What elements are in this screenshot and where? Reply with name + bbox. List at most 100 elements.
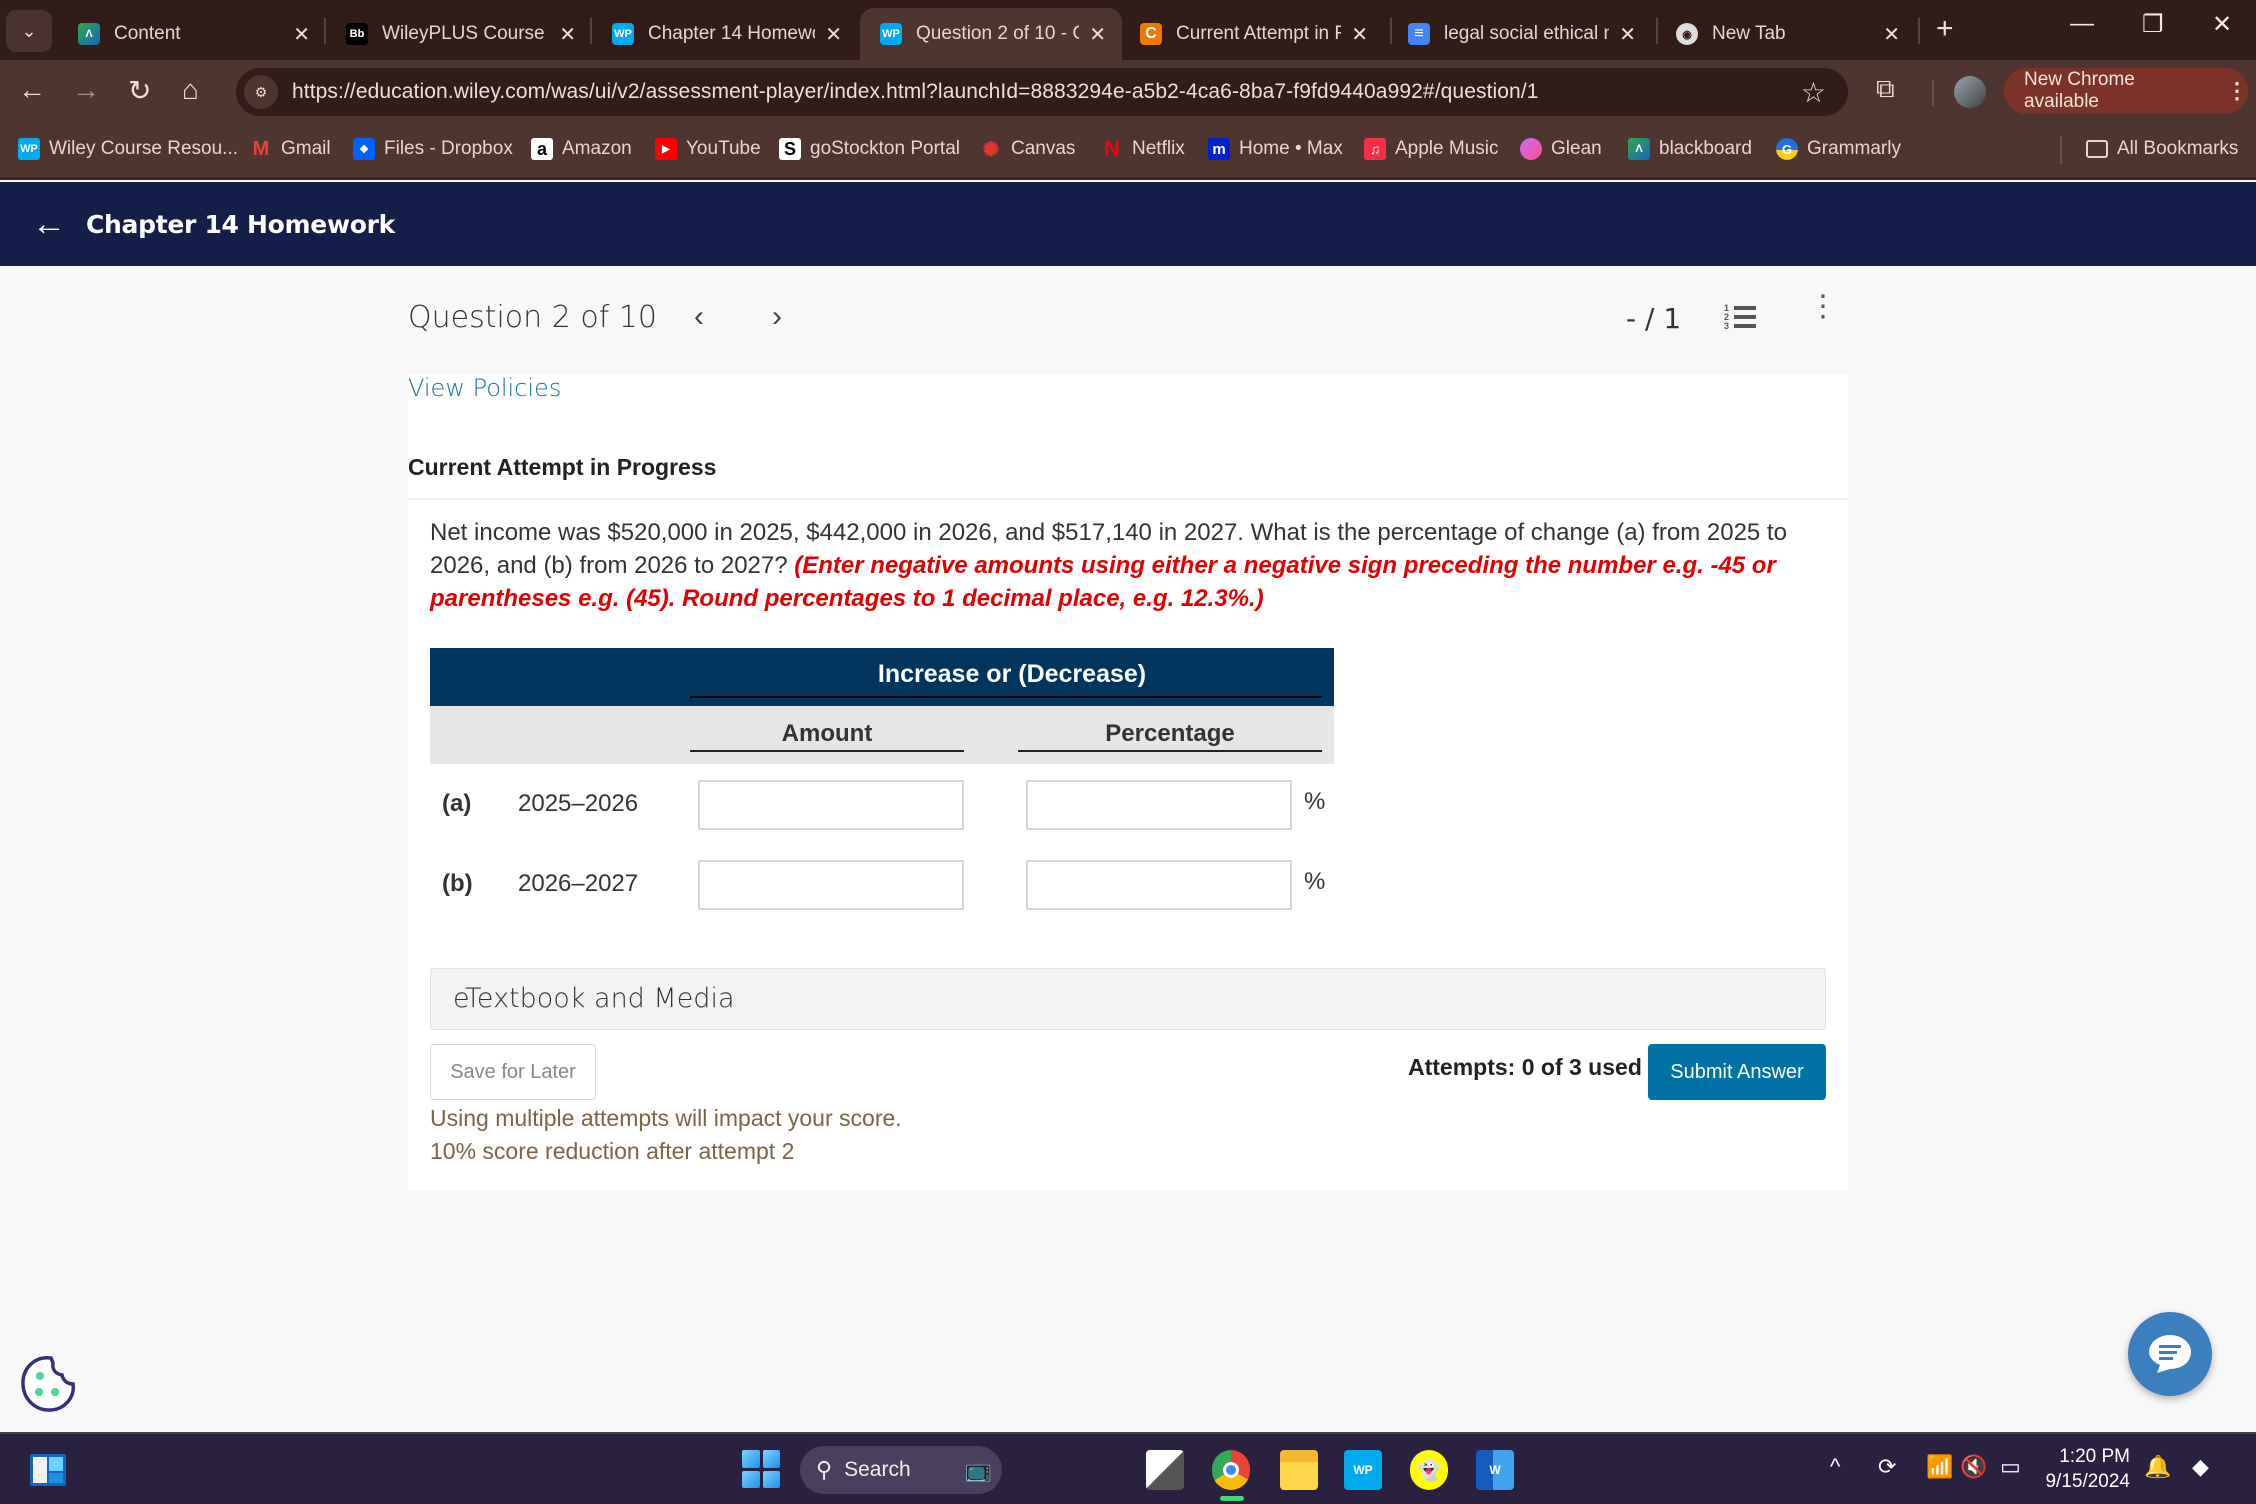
chrome-taskbar-icon[interactable] xyxy=(1212,1450,1250,1490)
back-to-assignment-button[interactable]: ← xyxy=(32,205,66,244)
etextbook-media-accordion[interactable]: eTextbook and Media xyxy=(430,968,1826,1030)
tab-title: WileyPLUS Course Fi xyxy=(382,23,550,44)
bookmark-wiley-course-resources[interactable]: WP Wiley Course Resou... xyxy=(18,138,238,160)
notifications-snoozed-icon[interactable]: 🔔 xyxy=(2144,1454,2171,1480)
extensions-button[interactable]: ⧉ xyxy=(1876,73,1895,105)
site-info-button[interactable]: ⚙ xyxy=(244,75,278,109)
word-icon[interactable]: W xyxy=(1476,1450,1514,1490)
chrome-center xyxy=(1223,1462,1239,1478)
tab-content[interactable]: Λ Content ✕ xyxy=(58,8,326,60)
minimize-button[interactable]: — xyxy=(2070,10,2094,38)
show-hidden-icons-button[interactable]: ^ xyxy=(1830,1454,1840,1480)
file-explorer-icon[interactable] xyxy=(1280,1450,1318,1490)
widgets-button[interactable] xyxy=(30,1454,66,1486)
more-options-button[interactable]: ⋮ xyxy=(1808,292,1838,322)
wp-taskbar-icon[interactable]: WP xyxy=(1344,1450,1382,1490)
back-button[interactable]: ← xyxy=(18,74,46,106)
view-policies-link[interactable]: View Policies xyxy=(408,374,561,402)
bookmark-apple-music[interactable]: ♫ Apple Music xyxy=(1364,138,1499,160)
tab-wileyplus-course[interactable]: Bb WileyPLUS Course Fi ✕ xyxy=(326,8,592,60)
profile-avatar[interactable] xyxy=(1954,76,1986,108)
home-button[interactable]: ⌂ xyxy=(182,74,199,106)
policy-note-line: 10% score reduction after attempt 2 xyxy=(430,1138,795,1164)
close-icon[interactable]: ✕ xyxy=(1619,22,1636,47)
tab-new-tab[interactable]: ◉ New Tab ✕ xyxy=(1656,8,1916,60)
chat-bubble-icon xyxy=(2149,1335,2191,1373)
forward-button[interactable]: → xyxy=(72,74,100,106)
sync-icon[interactable]: ⟳ xyxy=(1878,1454,1896,1480)
bookmarks-separator xyxy=(2060,136,2062,164)
bookmark-gostockton-portal[interactable]: SgoStockton Portal xyxy=(779,138,960,160)
tab-question-2-of-10[interactable]: WP Question 2 of 10 - C ✕ xyxy=(860,8,1122,60)
save-for-later-button[interactable]: Save for Later xyxy=(430,1044,596,1100)
close-icon[interactable]: ✕ xyxy=(293,22,310,47)
bookmark-amazon[interactable]: a Amazon xyxy=(531,138,632,160)
all-bookmarks-label: All Bookmarks xyxy=(2117,138,2239,159)
amount-input-b[interactable] xyxy=(698,860,964,910)
battery-icon[interactable]: ▭ xyxy=(2000,1454,2021,1480)
puzzle-icon: ⧉ xyxy=(1876,73,1895,103)
question-score: - / 1 xyxy=(1626,302,1682,335)
tab-current-attempt[interactable]: C Current Attempt in F ✕ xyxy=(1120,8,1384,60)
close-icon[interactable]: ✕ xyxy=(1883,22,1900,47)
percentage-input-a[interactable] xyxy=(1026,780,1292,830)
list-line xyxy=(1734,315,1756,319)
tab-legal-social-ethical[interactable]: ≡ legal social ethical n ✕ xyxy=(1388,8,1652,60)
reload-button[interactable]: ↻ xyxy=(128,74,151,107)
bookmark-label: Gmail xyxy=(281,138,331,159)
new-chrome-label: New Chrome available xyxy=(2024,69,2135,112)
bookmark-star-icon[interactable]: ☆ xyxy=(1801,76,1826,109)
new-tab-button[interactable]: + xyxy=(1936,12,1954,46)
table-column-header: Amount Percentage xyxy=(430,706,1334,764)
home-icon: ⌂ xyxy=(182,74,199,105)
bookmark-grammarly[interactable]: G Grammarly xyxy=(1776,138,1901,160)
close-window-button[interactable]: ✕ xyxy=(2212,10,2232,39)
question-list-button[interactable]: 1 2 3 xyxy=(1724,303,1756,332)
list-line xyxy=(1734,306,1756,310)
netflix-icon: N xyxy=(1104,136,1120,161)
bookmark-dropbox[interactable]: ❖ Files - Dropbox xyxy=(353,138,513,160)
amount-input-a[interactable] xyxy=(698,780,964,830)
bookmark-label: Glean xyxy=(1551,138,1602,159)
wp-icon: WP xyxy=(18,138,40,160)
next-question-button[interactable]: › xyxy=(772,300,782,334)
restore-button[interactable]: ❐ xyxy=(2142,10,2164,39)
tab-chapter-14-homework[interactable]: WP Chapter 14 Homewo ✕ xyxy=(592,8,858,60)
toolbar-separator xyxy=(1932,80,1934,106)
address-bar[interactable]: ⚙ https://education.wiley.com/was/ui/v2/… xyxy=(236,68,1848,116)
close-icon[interactable]: ✕ xyxy=(1351,22,1368,47)
volume-muted-icon[interactable]: 🔇 xyxy=(1960,1454,1987,1480)
url-text[interactable]: https://education.wiley.com/was/ui/v2/as… xyxy=(292,80,1539,104)
bookmark-label: Wiley Course Resou... xyxy=(49,138,239,159)
all-bookmarks-button[interactable]: All Bookmarks xyxy=(2086,138,2238,160)
bookmark-blackboard[interactable]: Λblackboard xyxy=(1628,138,1752,160)
chevron-down-icon: ⌄ xyxy=(21,20,37,41)
submit-answer-button[interactable]: Submit Answer xyxy=(1648,1044,1826,1100)
close-icon[interactable]: ✕ xyxy=(825,22,842,47)
bookmark-canvas[interactable]: ✺ Canvas xyxy=(980,138,1076,161)
previous-question-button[interactable]: ‹ xyxy=(694,300,704,334)
tab-search-button[interactable]: ⌄ xyxy=(6,10,52,52)
wifi-icon[interactable]: 📶 xyxy=(1926,1454,1953,1480)
copilot-icon[interactable]: ◆ xyxy=(2192,1454,2209,1480)
start-button[interactable] xyxy=(742,1450,780,1488)
chat-support-button[interactable] xyxy=(2128,1312,2212,1396)
cookie-settings-button[interactable] xyxy=(18,1354,78,1414)
snapchat-icon[interactable]: 👻 xyxy=(1410,1450,1448,1490)
bookmark-gmail[interactable]: M Gmail xyxy=(250,138,331,160)
close-icon[interactable]: ✕ xyxy=(559,22,576,47)
taskbar-search[interactable]: ⚲ Search 📺 xyxy=(800,1446,1002,1494)
system-clock[interactable]: 1:20 PM 9/15/2024 xyxy=(2040,1444,2130,1494)
bookmark-home-max[interactable]: m Home • Max xyxy=(1208,138,1343,160)
bookmark-netflix[interactable]: N Netflix xyxy=(1101,136,1185,161)
percentage-input-b[interactable] xyxy=(1026,860,1292,910)
question-text: Net income was $520,000 in 2025, $442,00… xyxy=(430,516,1830,615)
row-label: (a) xyxy=(442,790,472,817)
close-icon[interactable]: ✕ xyxy=(1089,22,1106,47)
task-view-button[interactable] xyxy=(1146,1450,1184,1490)
new-chrome-available-button[interactable]: New Chrome available ⋮ xyxy=(2004,68,2248,114)
max-icon: m xyxy=(1208,138,1230,160)
bookmark-glean[interactable]: Glean xyxy=(1520,138,1602,160)
bookmark-label: Apple Music xyxy=(1395,138,1499,159)
bookmark-youtube[interactable]: ▶ YouTube xyxy=(655,138,761,160)
